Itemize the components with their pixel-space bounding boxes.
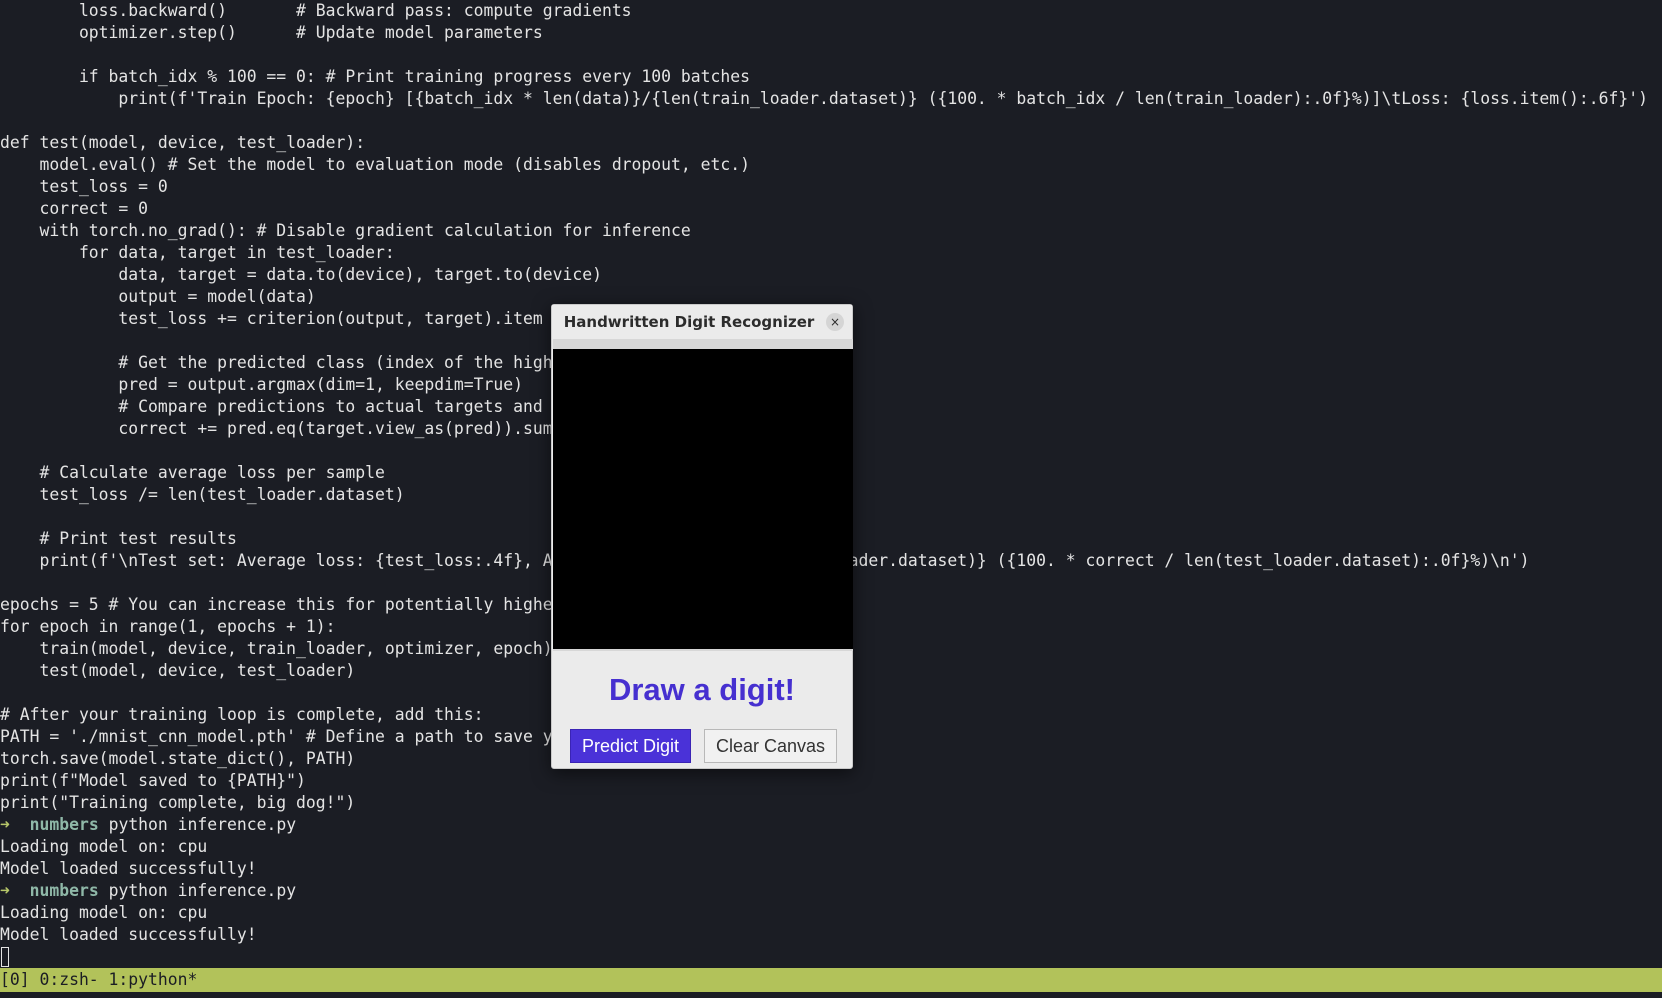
terminal-line: model.eval() # Set the model to evaluati…: [0, 155, 750, 174]
terminal-line: train(model, device, train_loader, optim…: [0, 639, 553, 658]
terminal-line: pred = output.argmax(dim=1, keepdim=True…: [0, 375, 524, 394]
clear-canvas-button[interactable]: Clear Canvas: [704, 729, 837, 763]
drawing-canvas[interactable]: [553, 349, 853, 649]
terminal-line: torch.save(model.state_dict(), PATH): [0, 749, 356, 768]
terminal-line: # After your training loop is complete, …: [0, 705, 484, 724]
terminal-line: with torch.no_grad(): # Disable gradient…: [0, 221, 691, 240]
prompt-arrow-icon: ➜: [0, 815, 10, 834]
terminal-cursor: [1, 947, 9, 967]
terminal-line: for data, target in test_loader:: [0, 243, 395, 262]
draw-prompt-label: Draw a digit!: [608, 672, 795, 707]
terminal-line: test_loss /= len(test_loader.dataset): [0, 485, 405, 504]
terminal-line: Loading model on: cpu: [0, 903, 208, 922]
terminal-line: Loading model on: cpu: [0, 837, 208, 856]
prompt-directory: numbers: [29, 881, 99, 900]
terminal-line: test_loss += criterion(output, target).i…: [0, 309, 543, 328]
canvas-bottom-frame: [553, 649, 853, 651]
dialog-title: Handwritten Digit Recognizer: [563, 313, 815, 331]
terminal-line: print(f'Train Epoch: {epoch} [{batch_idx…: [0, 89, 1648, 108]
terminal-line: ➜ numbers python inference.py: [0, 814, 296, 836]
close-icon[interactable]: ×: [826, 313, 844, 331]
terminal-line: test_loss = 0: [0, 177, 168, 196]
bottom-strip: [0, 992, 1662, 998]
terminal-line: for epoch in range(1, epochs + 1):: [0, 617, 336, 636]
terminal-line: Model loaded successfully!: [0, 925, 257, 944]
terminal-line: output = model(data): [0, 287, 316, 306]
terminal-line: ➜ numbers python inference.py: [0, 880, 296, 902]
terminal-line: loss.backward() # Backward pass: compute…: [0, 1, 632, 20]
terminal-line: # Compare predictions to actual targets …: [0, 397, 543, 416]
terminal-line: optimizer.step() # Update model paramete…: [0, 23, 543, 42]
terminal-line: print(f"Model saved to {PATH}"): [0, 771, 306, 790]
prompt-directory: numbers: [29, 815, 99, 834]
dialog-titlebar[interactable]: Handwritten Digit Recognizer ×: [552, 305, 852, 339]
terminal-line: data, target = data.to(device), target.t…: [0, 265, 602, 284]
terminal-line: def test(model, device, test_loader):: [0, 133, 366, 152]
terminal-line: Model loaded successfully!: [0, 859, 257, 878]
terminal-line: if batch_idx % 100 == 0: # Print trainin…: [0, 67, 750, 86]
predict-digit-button[interactable]: Predict Digit: [570, 729, 691, 763]
terminal-line: epochs = 5 # You can increase this for p…: [0, 595, 553, 614]
terminal-line: PATH = './mnist_cnn_model.pth' # Define …: [0, 727, 553, 746]
digit-recognizer-window: Handwritten Digit Recognizer × Draw a di…: [551, 304, 853, 769]
prompt-arrow-icon: ➜: [0, 881, 10, 900]
terminal-line: test(model, device, test_loader): [0, 661, 356, 680]
terminal-line: correct = 0: [0, 199, 149, 218]
tmux-status-bar: [0] 0:zsh- 1:python*: [0, 968, 1662, 992]
terminal-line: # Get the predicted class (index of the …: [0, 353, 553, 372]
prompt-command: python inference.py: [108, 881, 297, 900]
terminal-line: # Print test results: [0, 529, 237, 548]
canvas-top-frame: [553, 339, 853, 349]
terminal-line: print("Training complete, big dog!"): [0, 793, 356, 812]
terminal-line: # Calculate average loss per sample: [0, 463, 385, 482]
prompt-command: python inference.py: [108, 815, 297, 834]
terminal-line: correct += pred.eq(target.view_as(pred))…: [0, 419, 553, 438]
